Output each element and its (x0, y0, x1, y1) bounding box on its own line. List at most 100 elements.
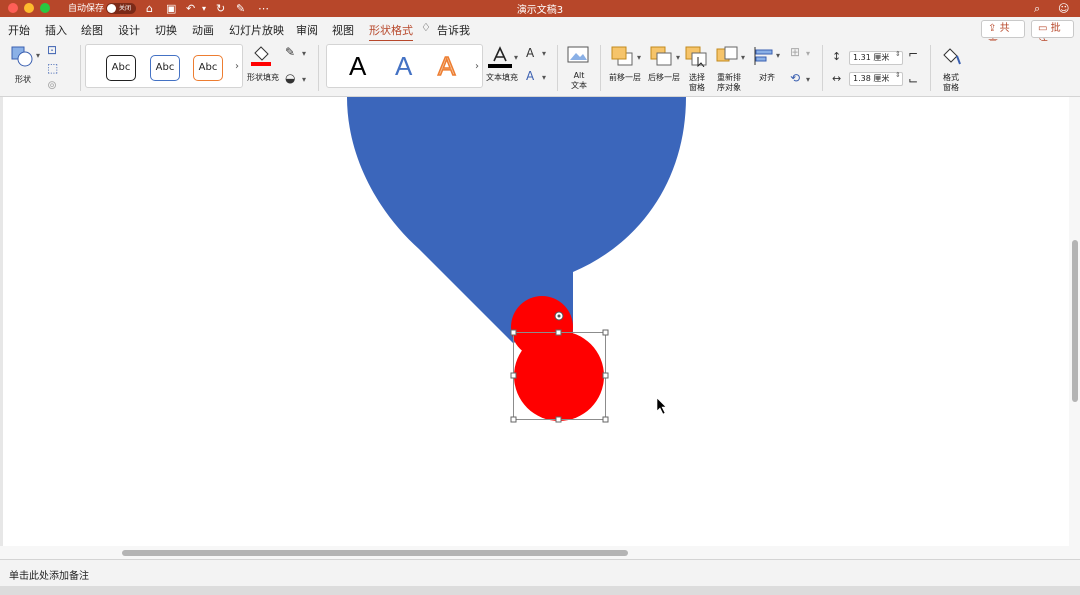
chevron-down-icon[interactable]: ▾ (676, 53, 680, 62)
comment-button[interactable]: ▭ 批注 (1031, 20, 1074, 50)
gallery-more-icon[interactable]: › (235, 61, 239, 72)
tab-draw[interactable]: 绘图 (81, 22, 103, 38)
divider (930, 45, 931, 91)
text-fill-label: 文本填充 (486, 73, 518, 82)
chevron-down-icon[interactable]: ▾ (776, 51, 780, 60)
shape-effects-icon[interactable]: ◒ (285, 71, 295, 85)
shape-style-1[interactable]: Abc (106, 55, 136, 81)
selection-pane-icon (685, 46, 707, 67)
shapes-label: 形状 (15, 75, 31, 84)
tab-design[interactable]: 设计 (118, 22, 140, 38)
height-icon: ↕ (832, 50, 842, 63)
alt-text-button[interactable]: Alt 文本 (565, 45, 593, 91)
divider (822, 45, 823, 91)
lock-aspect-icon[interactable]: ⌙ (908, 73, 918, 87)
mouse-cursor-icon (656, 397, 667, 415)
share-icon: ⇪ (988, 23, 1000, 34)
text-fill-button[interactable]: 文本填充 (485, 45, 519, 89)
notes-pane[interactable]: 单击此处添加备注 (0, 559, 1080, 586)
slide-drawing (347, 97, 686, 423)
tab-slideshow[interactable]: 幻灯片放映 (229, 22, 284, 38)
status-bar (0, 586, 1080, 595)
chevron-down-icon[interactable]: ▾ (514, 53, 518, 62)
tab-shape-format[interactable]: 形状格式 (369, 22, 413, 42)
alt-text-label-2: 文本 (571, 81, 587, 90)
text-outline-icon[interactable]: A (526, 46, 534, 60)
horizontal-scroll-thumb[interactable] (122, 550, 628, 556)
chevron-down-icon[interactable]: ▾ (542, 73, 546, 82)
selection-pane-label-1: 选择 (689, 73, 705, 82)
send-backward-label: 后移一层 (648, 73, 680, 82)
alt-text-icon (567, 46, 589, 63)
chevron-down-icon[interactable]: ▾ (741, 53, 745, 62)
reorder-objects-label-1: 重新排 (717, 73, 741, 82)
vertical-scrollbar[interactable] (1069, 97, 1080, 546)
chevron-down-icon[interactable]: ▾ (36, 51, 40, 60)
tab-review[interactable]: 审阅 (296, 22, 318, 38)
chevron-down-icon[interactable]: ▾ (302, 75, 306, 84)
rotate-handle[interactable] (554, 311, 564, 321)
red-circle-selected[interactable] (514, 331, 604, 421)
tab-view[interactable]: 视图 (332, 22, 354, 38)
selection-pane-button[interactable]: 选择 窗格 (684, 45, 710, 92)
ribbon-shape-format: 形状 ▾ ⊡ ⬚ ⊚ Abc Abc Abc › 形状填充 ✎ ▾ ◒ ▾ A … (0, 41, 1080, 97)
edit-shape-icon[interactable]: ⬚ (47, 61, 58, 75)
reorder-objects-icon (716, 46, 738, 62)
send-backward-button[interactable]: 后移一层 (645, 45, 683, 89)
blue-shape[interactable] (347, 97, 686, 343)
share-button[interactable]: ⇪ 共享 (981, 20, 1025, 50)
format-pane-label-2: 窗格 (943, 83, 959, 92)
tab-home[interactable]: 开始 (8, 22, 30, 38)
bring-forward-label: 前移一层 (609, 73, 641, 82)
shape-style-3[interactable]: Abc (193, 55, 223, 81)
tab-animations[interactable]: 动画 (192, 22, 214, 38)
wordart-styles-gallery: A A A › (326, 44, 483, 88)
bring-forward-button[interactable]: 前移一层 (606, 45, 644, 89)
wordart-style-2[interactable]: A (395, 51, 412, 81)
shape-fill-button[interactable]: 形状填充 (245, 43, 281, 89)
account-icon[interactable]: ☺ (1058, 1, 1069, 16)
paint-bucket-icon (251, 46, 271, 66)
horizontal-scrollbar[interactable] (0, 546, 1080, 559)
width-stepper[interactable]: ⇕ (895, 71, 901, 79)
lightbulb-icon: ♢ (421, 21, 431, 34)
shape-styles-gallery: Abc Abc Abc › (85, 44, 243, 88)
gallery-more-icon[interactable]: › (475, 61, 479, 72)
height-stepper[interactable]: ⇕ (895, 50, 901, 58)
width-icon: ↔ (832, 72, 842, 85)
shapes-icon (11, 46, 33, 67)
divider (600, 45, 601, 91)
align-icon (754, 47, 773, 65)
format-pane-icon (943, 48, 961, 65)
crop-icon[interactable]: ⌐ (908, 47, 918, 61)
format-pane-button[interactable]: 格式 窗格 (938, 45, 964, 92)
slide-canvas[interactable] (3, 97, 1069, 546)
reorder-objects-button[interactable]: 重新排 序对象 (713, 45, 745, 92)
wordart-style-1[interactable]: A (349, 51, 366, 81)
chevron-down-icon[interactable]: ▾ (637, 53, 641, 62)
tell-me[interactable]: 告诉我 (437, 22, 470, 38)
wordart-style-3[interactable]: A (437, 50, 456, 82)
shape-style-2[interactable]: Abc (150, 55, 180, 81)
group-icon: ⊞ (790, 45, 801, 59)
shape-fill-label: 形状填充 (247, 73, 279, 82)
vertical-scroll-thumb[interactable] (1072, 240, 1078, 402)
chevron-down-icon[interactable]: ▾ (806, 75, 810, 84)
text-fill-icon (488, 46, 512, 68)
shape-outline-icon[interactable]: ✎ (285, 45, 295, 59)
text-box-icon[interactable]: ⊡ (47, 43, 57, 57)
comment-icon: ▭ (1038, 23, 1051, 34)
reorder-objects-label-2: 序对象 (717, 83, 741, 92)
divider (318, 45, 319, 91)
search-icon[interactable]: ⌕ (1034, 1, 1040, 16)
tab-insert[interactable]: 插入 (45, 22, 67, 38)
tab-transitions[interactable]: 切换 (155, 22, 177, 38)
chevron-down-icon[interactable]: ▾ (542, 49, 546, 58)
rotate-icon[interactable]: ⟲ (790, 71, 800, 85)
notes-placeholder[interactable]: 单击此处添加备注 (9, 567, 89, 582)
title-bar: 自动保存 关闭 ⌂ ▣ ↶ ▾ ↻ ✎ ⋯ 演示文稿3 ⌕ ☺ (0, 0, 1080, 17)
chevron-down-icon[interactable]: ▾ (302, 49, 306, 58)
alt-text-label-1: Alt (573, 71, 585, 80)
text-effects-icon[interactable]: A (526, 69, 534, 83)
ribbon-tabs: 开始 插入 绘图 设计 切换 动画 幻灯片放映 审阅 视图 形状格式 ♢ 告诉我… (0, 17, 1080, 50)
